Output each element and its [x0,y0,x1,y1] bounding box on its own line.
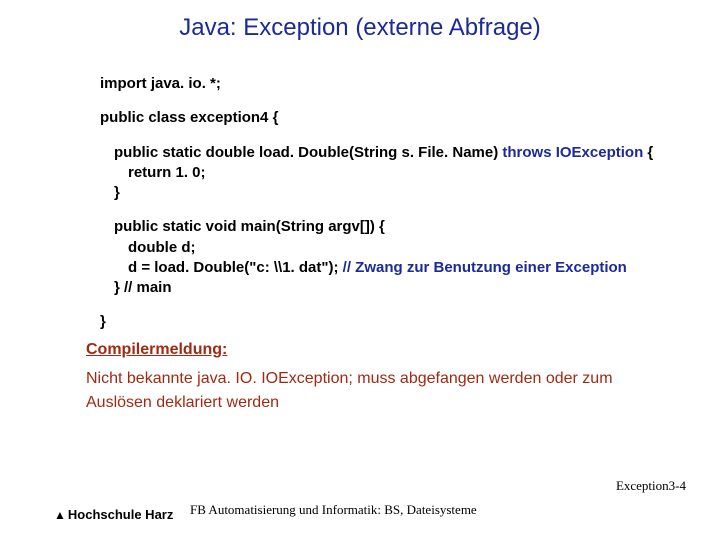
m1-body: return 1. 0; [100,163,680,183]
m1-sig-pre: public static double load. Double(String… [114,144,498,161]
logo-icon: ▲ [54,508,66,522]
slide-body: import java. io. *; public class excepti… [100,74,680,413]
code-class-decl: public class exception4 { [100,108,680,128]
page-number: Exception3-4 [616,478,686,494]
code-method2: public static void main(String argv[]) {… [100,217,680,298]
compiler-msg-2: Auslösen deklariert werden [86,392,680,414]
m2-l2-pre: d = load. Double("c: \\1. dat"); [128,259,343,276]
code-class-close: } [100,312,680,332]
code-method1: public static double load. Double(String… [100,143,680,204]
compiler-label: Compilermeldung: [86,339,680,361]
m2-sig: public static void main(String argv[]) { [100,217,680,237]
logo: ▲Hochschule Harz [54,507,173,522]
code-import: import java. io. *; [100,74,680,94]
compiler-msg-1: Nicht bekannte java. IO. IOException; mu… [86,368,680,390]
m1-sig-post: { [647,144,653,161]
m2-l2-comment: // Zwang zur Benutzung einer Exception [343,259,627,276]
m1-sig-throws: throws IOException [498,144,647,161]
m2-l1: double d; [100,238,680,258]
footer-text: FB Automatisierung und Informatik: BS, D… [190,502,477,518]
slide-title: Java: Exception (externe Abfrage) [0,14,720,42]
m1-close: } [100,183,680,203]
slide: Java: Exception (externe Abfrage) import… [0,0,720,540]
logo-text: Hochschule Harz [68,507,173,522]
m2-close: } // main [100,278,680,298]
